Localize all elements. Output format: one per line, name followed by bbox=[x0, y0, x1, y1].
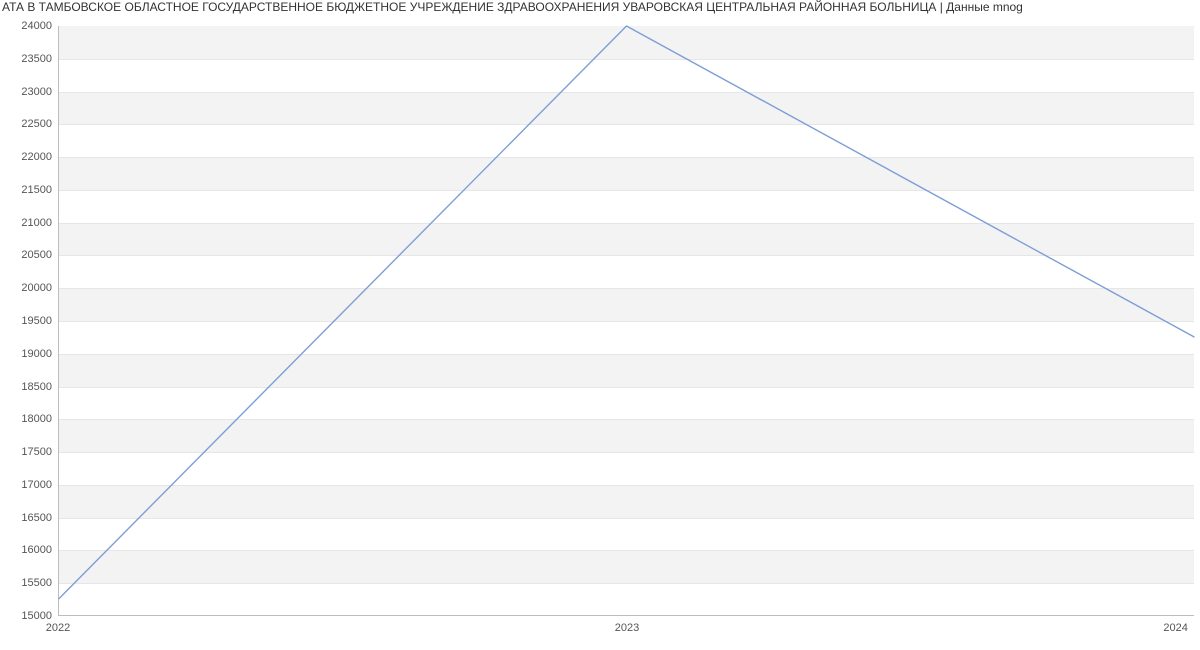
y-tick-label: 21500 bbox=[4, 184, 52, 196]
y-tick-label: 17000 bbox=[4, 479, 52, 491]
y-tick-label: 20500 bbox=[4, 249, 52, 261]
y-tick-label: 18500 bbox=[4, 381, 52, 393]
x-tick-label: 2024 bbox=[1163, 622, 1187, 634]
y-tick-label: 16000 bbox=[4, 544, 52, 556]
chart-container: АТА В ТАМБОВСКОЕ ОБЛАСТНОЕ ГОСУДАРСТВЕНН… bbox=[0, 0, 1200, 650]
y-tick-label: 23000 bbox=[4, 86, 52, 98]
y-tick-label: 21000 bbox=[4, 217, 52, 229]
y-tick-label: 22500 bbox=[4, 118, 52, 130]
chart-title: АТА В ТАМБОВСКОЕ ОБЛАСТНОЕ ГОСУДАРСТВЕНН… bbox=[0, 0, 1200, 18]
y-tick-label: 20000 bbox=[4, 282, 52, 294]
data-line bbox=[59, 26, 1194, 615]
y-tick-label: 22000 bbox=[4, 151, 52, 163]
y-tick-label: 15000 bbox=[4, 610, 52, 622]
y-tick-label: 15500 bbox=[4, 577, 52, 589]
y-tick-label: 16500 bbox=[4, 512, 52, 524]
y-tick-label: 19000 bbox=[4, 348, 52, 360]
x-tick-label: 2022 bbox=[46, 622, 70, 634]
x-tick-label: 2023 bbox=[615, 622, 639, 634]
y-tick-label: 17500 bbox=[4, 446, 52, 458]
y-tick-label: 23500 bbox=[4, 53, 52, 65]
y-tick-label: 24000 bbox=[4, 20, 52, 32]
y-tick-label: 19500 bbox=[4, 315, 52, 327]
y-tick-label: 18000 bbox=[4, 413, 52, 425]
plot-area bbox=[58, 26, 1194, 616]
